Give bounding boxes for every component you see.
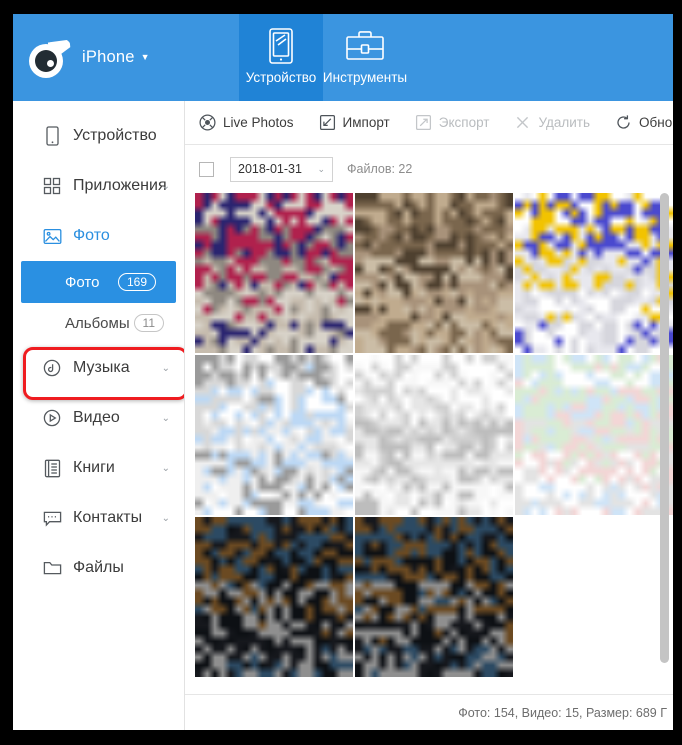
export-arrow-icon — [415, 114, 432, 131]
sidebar-item-video[interactable]: Видео ⌄ — [13, 393, 184, 443]
refresh-icon — [615, 114, 632, 131]
photo-grid — [195, 193, 673, 677]
tab-tools[interactable]: Инструменты — [323, 14, 407, 101]
sidebar-item-files[interactable]: Файлы — [13, 543, 184, 593]
sidebar-item-device[interactable]: Устройство — [13, 111, 184, 161]
import-arrow-icon — [319, 114, 336, 131]
select-all-checkbox[interactable] — [199, 161, 214, 177]
photo-image-icon — [41, 225, 63, 247]
sidebar-subitem-albums-label: Альбомы — [65, 314, 130, 332]
thumb-keyboard-closeup[interactable] — [355, 193, 513, 353]
live-photos-icon — [199, 114, 216, 131]
app-header: iPhone ▼ Устройство Инструменты — [13, 14, 673, 101]
briefcase-toolbox-icon — [344, 24, 386, 68]
contacts-card-icon — [41, 507, 63, 529]
device-name-label: iPhone — [82, 48, 135, 66]
sidebar-item-device-label: Устройство — [73, 127, 157, 144]
tab-device[interactable]: Устройство — [239, 14, 323, 101]
sidebar-item-photos[interactable]: Фото — [13, 211, 184, 261]
status-bar: Фото: 154, Видео: 15, Размер: 689 Г — [185, 694, 673, 730]
app-window: iPhone ▼ Устройство Инструменты Устройст… — [13, 14, 673, 730]
chevron-down-icon[interactable]: ⌄ — [162, 363, 170, 374]
music-disc-icon — [41, 357, 63, 379]
date-filter-dropdown[interactable]: 2018-01-31 ⌄ — [230, 156, 333, 182]
sidebar-item-apps-label: Приложения — [73, 177, 167, 194]
date-filter-value: 2018-01-31 — [238, 162, 302, 176]
chevron-down-icon: ⌄ — [317, 163, 325, 174]
file-count-label: Файлов: 22 — [347, 162, 413, 176]
export-button[interactable]: Экспорт — [415, 114, 490, 131]
sidebar-item-contacts[interactable]: Контакты ⌄ — [13, 493, 184, 543]
status-bar-text: Фото: 154, Видео: 15, Размер: 689 Г — [458, 705, 667, 720]
thumb-document-text-white-image — [355, 355, 513, 515]
import-label: Импорт — [342, 115, 390, 130]
chevron-down-icon[interactable]: ⌄ — [162, 463, 170, 474]
folder-icon — [41, 557, 63, 579]
photo-grid-scroll-area — [185, 193, 673, 694]
refresh-label: Обновить — [639, 115, 673, 130]
delete-label: Удалить — [538, 115, 591, 130]
sidebar-item-books[interactable]: Книги ⌄ — [13, 443, 184, 493]
content-toolbar: Live Photos Импорт Экспорт Удалить Обно — [185, 101, 673, 145]
phone-icon — [41, 125, 63, 147]
body-split: Устройство Приложения ⌄ Фото Фото 169 Ал… — [13, 101, 673, 730]
chevron-down-icon[interactable]: ⌄ — [162, 181, 170, 192]
sidebar-subitem-albums[interactable]: Альбомы 11 — [13, 303, 184, 343]
thumb-document-text-white[interactable] — [355, 355, 513, 515]
tadpole-eye-logo-icon — [27, 36, 71, 80]
apps-grid-icon — [41, 175, 63, 197]
sidebar-item-apps[interactable]: Приложения ⌄ — [13, 161, 184, 211]
sidebar-item-music-label: Музыка — [73, 359, 130, 376]
delete-button[interactable]: Удалить — [514, 114, 590, 131]
export-label: Экспорт — [438, 115, 490, 130]
thumb-dark-shelf-photo-b-image — [355, 517, 513, 677]
thumb-list-items-pastel-image — [515, 355, 673, 515]
thumb-dark-shelf-photo-a-image — [195, 517, 353, 677]
thumb-dark-shelf-photo-a[interactable] — [195, 517, 353, 677]
tab-device-label: Устройство — [245, 70, 317, 85]
grid-scrollbar-thumb[interactable] — [660, 193, 669, 663]
sidebar-subitem-albums-badge: 11 — [133, 314, 164, 332]
filter-bar: 2018-01-31 ⌄ Файлов: 22 — [185, 145, 673, 193]
thumb-laptop-screen-red-image — [195, 193, 353, 353]
tab-tools-label: Инструменты — [322, 70, 408, 85]
refresh-button[interactable]: Обновить — [615, 114, 673, 131]
content-pane: Live Photos Импорт Экспорт Удалить Обно … — [185, 101, 673, 730]
thumb-laptop-screen-red[interactable] — [195, 193, 353, 353]
video-play-icon — [41, 407, 63, 429]
sidebar-item-photos-label: Фото — [73, 227, 110, 244]
thumb-webpage-colorful[interactable] — [515, 193, 673, 353]
thumb-window-dialog-gray[interactable] — [195, 355, 353, 515]
sidebar-subitem-photo[interactable]: Фото 169 — [21, 261, 176, 303]
chevron-down-icon[interactable]: ⌄ — [162, 513, 170, 524]
thumb-webpage-colorful-image — [515, 193, 673, 353]
sidebar-item-files-label: Файлы — [73, 559, 124, 576]
sidebar-item-video-label: Видео — [73, 409, 120, 426]
tablet-device-icon — [266, 24, 296, 68]
sidebar: Устройство Приложения ⌄ Фото Фото 169 Ал… — [13, 101, 185, 730]
chevron-down-icon[interactable]: ⌄ — [162, 413, 170, 424]
grid-scrollbar[interactable] — [660, 193, 669, 694]
book-icon — [41, 457, 63, 479]
live-photos-button[interactable]: Live Photos — [199, 114, 294, 131]
sidebar-subitem-photo-badge: 169 — [117, 273, 156, 291]
chevron-down-icon[interactable]: ▼ — [141, 53, 150, 62]
thumb-window-dialog-gray-image — [195, 355, 353, 515]
sidebar-subitem-photo-label: Фото — [65, 273, 100, 291]
sidebar-item-music[interactable]: Музыка ⌄ — [13, 343, 184, 393]
import-button[interactable]: Импорт — [319, 114, 390, 131]
thumb-list-items-pastel[interactable] — [515, 355, 673, 515]
sidebar-item-books-label: Книги — [73, 459, 115, 476]
thumb-dark-shelf-photo-b[interactable] — [355, 517, 513, 677]
live-photos-label: Live Photos — [223, 115, 294, 130]
thumb-keyboard-closeup-image — [355, 193, 513, 353]
device-brand[interactable]: iPhone ▼ — [13, 14, 239, 101]
delete-cross-icon — [514, 114, 531, 131]
sidebar-item-contacts-label: Контакты — [73, 509, 143, 526]
